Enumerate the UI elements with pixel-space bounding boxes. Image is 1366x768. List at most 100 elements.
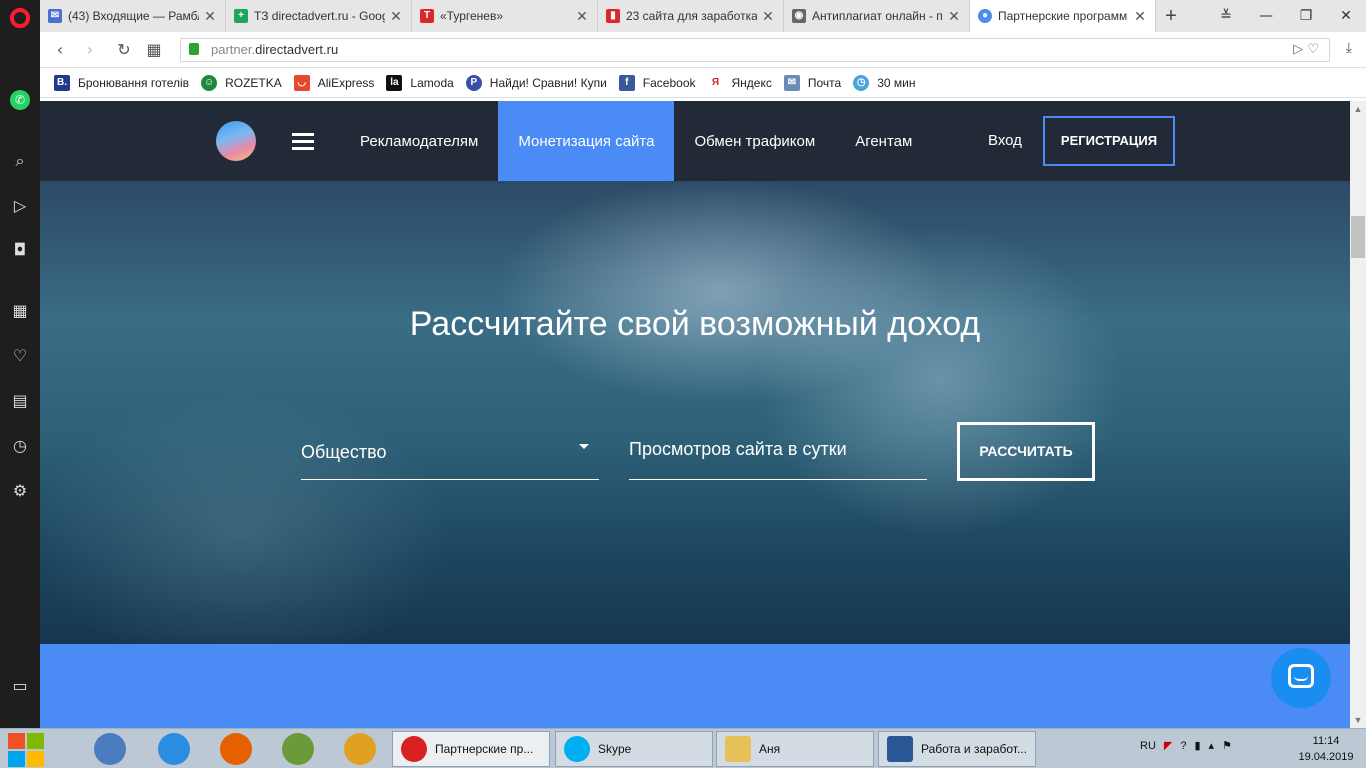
close-icon[interactable]: ✕	[203, 8, 217, 25]
camera-icon[interactable]: ◘	[10, 240, 30, 260]
clock-icon: ◷	[853, 74, 870, 91]
tab-title: «Тургенев»	[440, 9, 504, 23]
language-indicator[interactable]: RU	[1140, 740, 1156, 752]
opera-logo-icon[interactable]	[10, 8, 30, 28]
task-label: Работа и заработ...	[921, 742, 1027, 756]
tab-title: (43) Входящие — Рамбл	[68, 9, 199, 23]
task-folder[interactable]: Аня	[716, 731, 874, 767]
category-value: Общество	[301, 442, 387, 462]
google-sheets-icon: +	[234, 9, 248, 23]
flag-icon[interactable]: ⚑	[1222, 739, 1232, 752]
calculate-button[interactable]: РАССЧИТАТЬ	[957, 422, 1095, 481]
eye-icon: ◉	[792, 9, 806, 23]
bookmark-rozetka[interactable]: ☺ ROZETKA	[201, 74, 282, 91]
category-select[interactable]: Общество	[301, 434, 599, 480]
nav-monetization[interactable]: Монетизация сайта	[498, 101, 675, 181]
restore-icon[interactable]: ❐	[1286, 0, 1326, 32]
bookmark-label: ROZETKA	[225, 75, 282, 90]
folder-icon	[725, 736, 751, 762]
forward-icon[interactable]: ›	[80, 40, 100, 60]
chart-icon: ▮	[606, 9, 620, 23]
url-field[interactable]: partner.directadvert.ru ▷ ♡	[180, 38, 1330, 62]
bookmark-mail[interactable]: ✉ Почта	[783, 74, 841, 91]
site-header: Рекламодателям Монетизация сайта Обмен т…	[40, 101, 1350, 181]
nav-traffic-exchange[interactable]: Обмен трафиком	[674, 101, 835, 181]
tab-rambler[interactable]: ✉ (43) Входящие — Рамбл ✕	[40, 0, 226, 32]
heart-icon[interactable]: ♡	[1307, 42, 1319, 57]
scroll-up-icon[interactable]: ▲	[1350, 101, 1366, 117]
nav-agents[interactable]: Агентам	[835, 101, 932, 181]
send-icon[interactable]: ▷	[10, 196, 30, 216]
system-tray: RU ◤ ? ▮ ▴ ⚑	[1140, 739, 1240, 753]
close-icon[interactable]: ✕	[1133, 8, 1147, 25]
close-icon[interactable]: ✕	[947, 8, 961, 25]
download-icon[interactable]: ⤓	[1346, 40, 1352, 56]
back-icon[interactable]: ‹	[50, 40, 70, 60]
history-icon[interactable]: ◷	[10, 436, 30, 456]
clock[interactable]: 11:14 19.04.2019	[1296, 733, 1356, 765]
tab-23-sites[interactable]: ▮ 23 сайта для заработка ✕	[598, 0, 784, 32]
network-icon[interactable]: ▮	[1194, 739, 1200, 752]
search-icon[interactable]: ⌕	[10, 151, 30, 171]
close-icon[interactable]: ✕	[389, 8, 403, 25]
register-button[interactable]: РЕГИСТРАЦИЯ	[1043, 116, 1175, 166]
speed-dial-icon[interactable]: ▦	[10, 301, 30, 321]
daily-views-input[interactable]: Просмотров сайта в сутки	[629, 434, 927, 480]
tab-partner-programs[interactable]: ● Партнерские программ ✕	[970, 0, 1156, 32]
chat-button[interactable]	[1271, 648, 1331, 708]
start-button[interactable]	[6, 731, 46, 767]
bookmark-price[interactable]: P Найди! Сравни! Купи	[465, 74, 607, 91]
tab-menu-icon[interactable]: ≚	[1206, 0, 1246, 32]
opera-sidebar: ✆ ⌕ ▷ ◘ ▦ ♡ ▤ ◷ ⚙ ▭	[0, 0, 40, 728]
whatsapp-icon[interactable]: ✆	[10, 90, 30, 110]
windows-taskbar: Партнерские пр... Skype Аня Работа и зар…	[0, 728, 1366, 768]
bookmark-yandex[interactable]: Я Яндекс	[708, 75, 772, 91]
bookmark-label: Яндекс	[731, 75, 772, 90]
help-icon[interactable]: ?	[1180, 740, 1186, 752]
directadvert-logo[interactable]	[216, 121, 256, 161]
bookmark-facebook[interactable]: f Facebook	[618, 74, 696, 91]
scroll-thumb[interactable]	[1351, 216, 1365, 258]
minimize-icon[interactable]: —	[1246, 0, 1286, 32]
new-tab-button[interactable]: +	[1156, 0, 1186, 32]
task-label: Skype	[598, 742, 632, 756]
tab-antiplagiat[interactable]: ◉ Антиплагиат онлайн - п ✕	[784, 0, 970, 32]
nav-advertisers[interactable]: Рекламодателям	[340, 101, 498, 181]
task-word[interactable]: Работа и заработ...	[878, 731, 1036, 767]
send-icon[interactable]: ▷	[1293, 42, 1303, 57]
aimp-icon[interactable]	[344, 733, 376, 765]
page-scrollbar[interactable]: ▲ ▼	[1350, 101, 1366, 728]
scroll-down-icon[interactable]: ▼	[1350, 712, 1366, 728]
bookmark-lamoda[interactable]: la Lamoda	[386, 74, 454, 91]
bookmark-booking[interactable]: B. Бронювання готелів	[54, 74, 189, 91]
close-window-icon[interactable]: ✕	[1326, 0, 1366, 32]
turgenev-icon: T	[420, 9, 434, 23]
tab-google-docs[interactable]: + ТЗ directadvert.ru - Goog ✕	[226, 0, 412, 32]
login-link[interactable]: Вход	[988, 101, 1022, 181]
speaker-app-icon[interactable]	[94, 733, 126, 765]
sidebar-toggle-icon[interactable]: ▭	[10, 676, 30, 696]
close-icon[interactable]: ✕	[761, 8, 775, 25]
rozetka-icon: ☺	[201, 74, 218, 91]
bookmark-30min[interactable]: ◷ 30 мин	[853, 74, 915, 91]
task-opera[interactable]: Партнерские пр...	[392, 731, 550, 767]
show-hidden-icon[interactable]: ▴	[1209, 739, 1215, 752]
url-actions: ▷ ♡	[1293, 39, 1319, 61]
menu-burger-icon[interactable]	[292, 133, 314, 150]
task-skype[interactable]: Skype	[555, 731, 713, 767]
heart-icon[interactable]: ♡	[10, 346, 30, 366]
tab-turgenev[interactable]: T «Тургенев» ✕	[412, 0, 598, 32]
bookmark-aliexpress[interactable]: ◡ AliExpress	[293, 74, 374, 91]
close-icon[interactable]: ✕	[575, 8, 589, 25]
antivirus-icon[interactable]: ◤	[1164, 739, 1172, 752]
settings-gear-icon[interactable]: ⚙	[10, 481, 30, 501]
reload-icon[interactable]: ↻	[114, 40, 134, 60]
tab-bar: ✉ (43) Входящие — Рамбл ✕ + ТЗ directadv…	[40, 0, 1366, 32]
app-icon[interactable]	[282, 733, 314, 765]
internet-explorer-icon[interactable]	[158, 733, 190, 765]
tab-title: Партнерские программ	[998, 9, 1128, 23]
firefox-icon[interactable]	[220, 733, 252, 765]
news-icon[interactable]: ▤	[10, 391, 30, 411]
tabs-grid-icon[interactable]: ▦	[144, 40, 164, 60]
bookmark-label: Lamoda	[410, 75, 454, 90]
